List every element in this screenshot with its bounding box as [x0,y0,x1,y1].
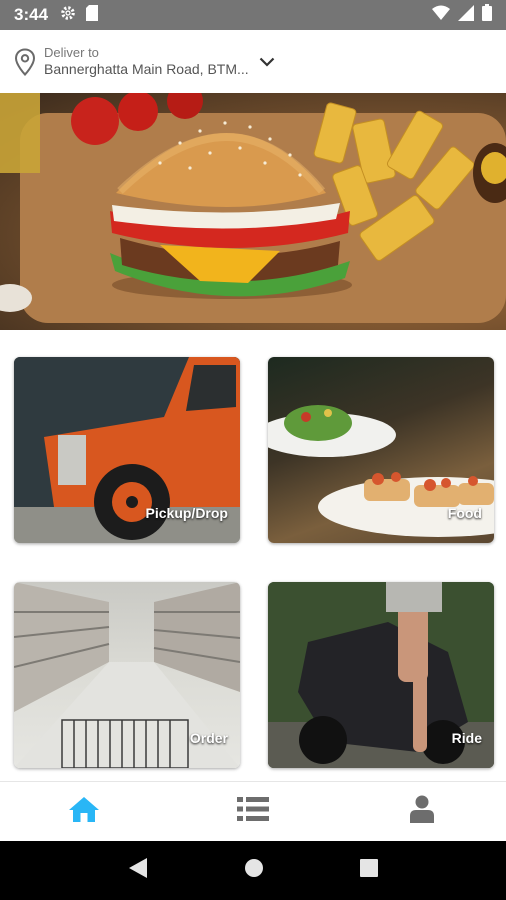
home-circle-icon[interactable] [244,858,264,883]
recents-icon[interactable] [360,859,378,882]
list-icon [236,797,269,826]
delivery-location-selector[interactable]: Deliver to Bannerghatta Main Road, BTM..… [0,30,506,93]
service-label: Food [447,505,482,521]
nav-home-button[interactable] [44,787,124,837]
service-label: Order [189,730,228,746]
sim-card-icon [86,4,99,26]
service-tile-pickup-drop[interactable]: Pickup/Drop [14,357,240,543]
bottom-navigation [0,781,506,841]
status-bar: 3:44 [0,0,506,30]
delivery-address: Bannerghatta Main Road, BTM... [44,60,249,77]
service-label: Pickup/Drop [145,505,228,521]
gear-icon [60,5,76,26]
service-tile-ride[interactable]: Ride [268,582,494,768]
service-label: Ride [451,730,482,746]
location-pin-icon [14,47,36,77]
system-navigation-bar [0,841,506,900]
status-time: 3:44 [14,5,49,24]
home-icon [68,795,100,828]
burger-illustration [0,93,506,323]
profile-icon [409,795,434,828]
nav-list-button[interactable] [213,787,293,837]
service-tile-food[interactable]: Food [268,357,494,543]
signal-icon [458,4,474,26]
nav-profile-button[interactable] [382,787,462,837]
deliver-to-label: Deliver to [44,45,99,61]
service-tile-order[interactable]: Order [14,582,240,768]
chevron-down-icon[interactable] [259,54,275,70]
promo-banner-image[interactable] [0,93,506,330]
battery-icon [482,4,492,26]
back-icon[interactable] [128,857,148,884]
wifi-icon [432,5,450,26]
